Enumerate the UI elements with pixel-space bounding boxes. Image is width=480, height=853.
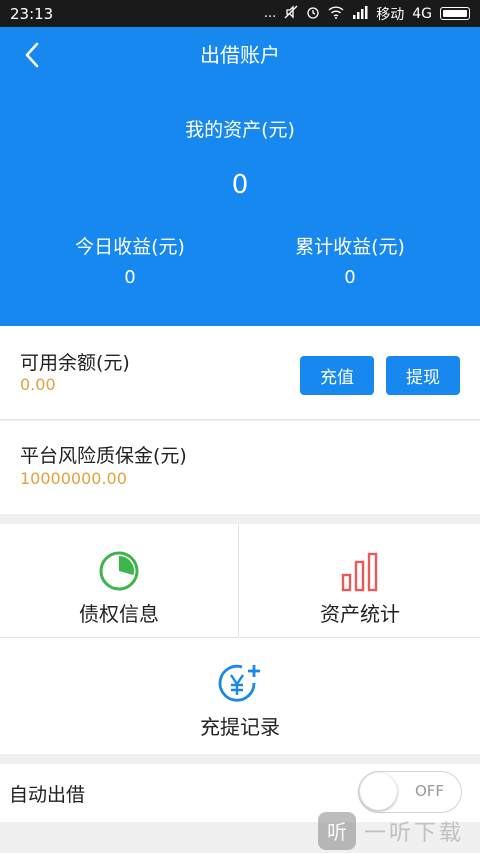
today-earnings-value: 0 — [124, 267, 136, 288]
today-earnings: 今日收益(元) 0 — [10, 232, 250, 288]
signal-icon — [352, 5, 368, 22]
debt-info-label: 债权信息 — [79, 602, 159, 626]
carrier-label: 移动 — [376, 6, 405, 23]
status-bar: 23:13 ... 移动 4G — [0, 0, 480, 27]
function-menu: 债权信息 资产统计 充提记录 — [0, 524, 480, 754]
auto-lend-toggle[interactable]: OFF — [358, 771, 462, 813]
page-title: 出借账户 — [200, 43, 280, 67]
battery-icon — [440, 7, 470, 20]
my-assets-label: 我的资产(元) — [185, 119, 295, 141]
asset-stats-label: 资产统计 — [320, 602, 400, 626]
my-assets-value: 0 — [231, 170, 249, 200]
risk-guarantee-label: 平台风险质保金(元) — [20, 445, 187, 467]
total-earnings-label: 累计收益(元) — [295, 236, 405, 258]
toggle-knob — [360, 773, 397, 810]
status-icons: ... 移动 4G — [264, 4, 470, 24]
available-balance-label: 可用余额(元) — [20, 352, 130, 374]
pie-chart-icon — [99, 551, 139, 591]
withdraw-button[interactable]: 提现 — [386, 356, 460, 395]
recharge-button[interactable]: 充值 — [300, 356, 374, 395]
network-label: 4G — [412, 5, 432, 22]
status-time: 23:13 — [10, 4, 54, 23]
today-earnings-label: 今日收益(元) — [75, 236, 185, 258]
records-label: 充提记录 — [200, 715, 280, 739]
risk-guarantee-value: 10000000.00 — [20, 469, 127, 488]
watermark: 听 一听下载 — [318, 808, 480, 853]
account-summary: 出借账户 我的资产(元) 0 今日收益(元) 0 累计收益(元) 0 — [0, 27, 480, 326]
bar-chart-icon — [341, 552, 378, 592]
total-earnings-value: 0 — [344, 267, 356, 288]
watermark-text: 一听下载 — [364, 820, 465, 846]
total-earnings: 累计收益(元) 0 — [230, 232, 470, 288]
mute-icon — [284, 5, 298, 22]
asset-stats-button[interactable]: 资产统计 — [240, 524, 480, 638]
watermark-logo: 听 — [318, 811, 356, 850]
yen-add-icon — [218, 664, 260, 702]
toggle-state-label: OFF — [415, 782, 445, 800]
more-dots-icon: ... — [263, 6, 277, 21]
debt-info-button[interactable]: 债权信息 — [0, 524, 239, 638]
auto-lend-label: 自动出借 — [9, 784, 86, 806]
recharge-withdraw-records-button[interactable]: 充提记录 — [0, 639, 480, 754]
risk-guarantee-row: 平台风险质保金(元) 10000000.00 — [0, 421, 480, 514]
available-balance-value: 0.00 — [20, 375, 56, 394]
alarm-icon — [306, 5, 320, 22]
available-balance-row: 可用余额(元) 0.00 充值 提现 — [0, 326, 480, 420]
wifi-icon — [328, 5, 344, 22]
